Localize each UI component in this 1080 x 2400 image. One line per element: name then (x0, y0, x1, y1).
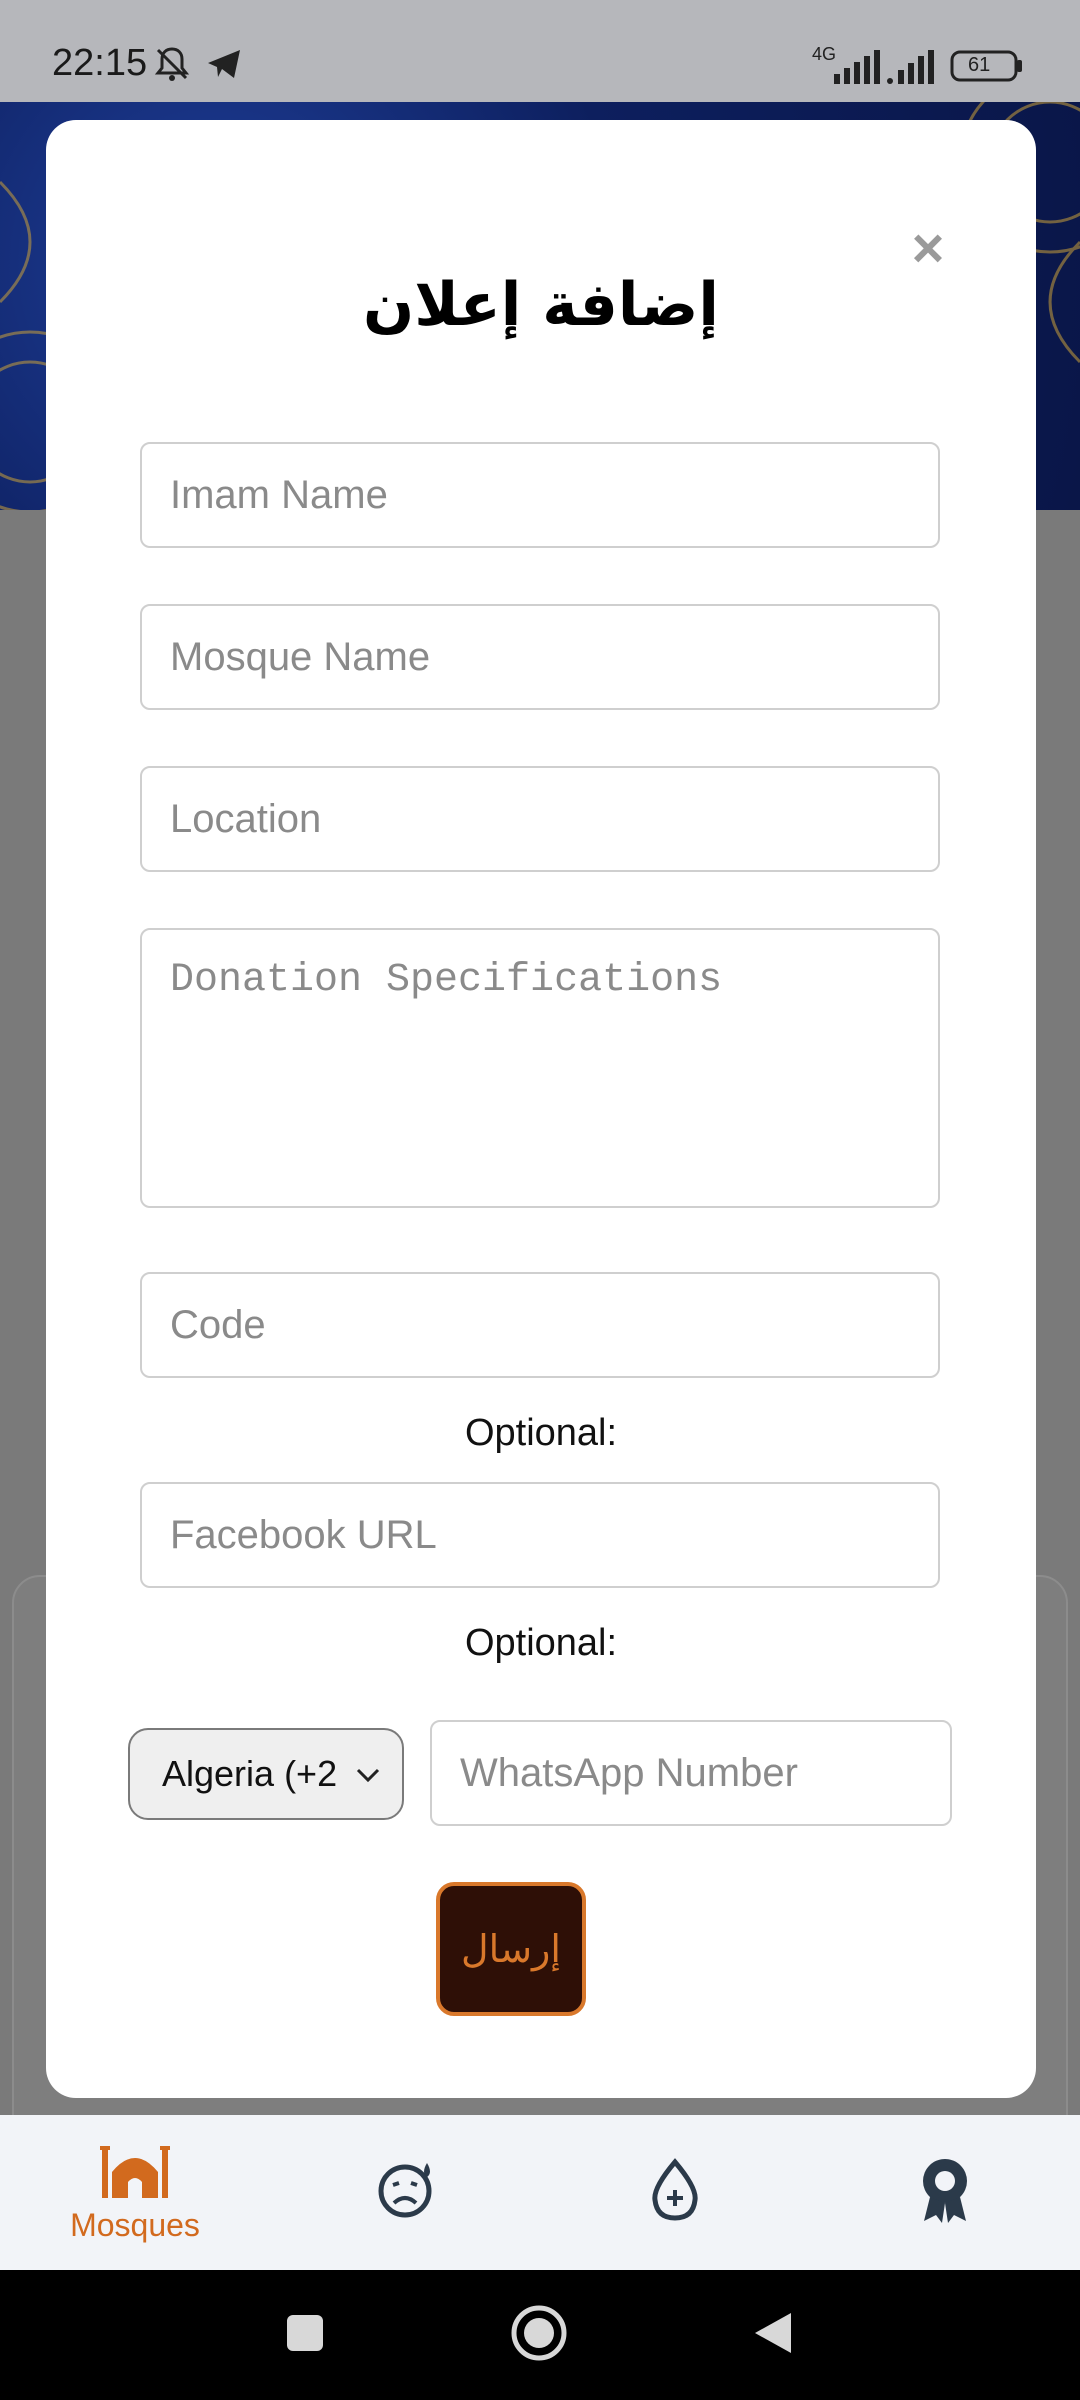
modal-title: إضافة إعلان (363, 270, 719, 340)
optional-label: Optional: (464, 1622, 618, 1664)
imam-name-input[interactable] (142, 444, 938, 546)
whatsapp-number-input[interactable] (432, 1722, 950, 1824)
bottom-navigation: Mosques (0, 2115, 1080, 2270)
nav-item-mosques[interactable]: Mosques (45, 2115, 225, 2270)
mosque-name-input[interactable] (142, 606, 938, 708)
add-announcement-modal: × إضافة إعلان Optional: Optional: Algeri… (46, 120, 1036, 2098)
optional-label: Optional: (464, 1412, 618, 1454)
mosque-name-field[interactable] (140, 604, 940, 710)
nav-label-mosques: Mosques (70, 2206, 200, 2243)
telegram-icon (204, 44, 244, 89)
status-bar: 22:15 4G 61 (0, 0, 1080, 102)
mosque-icon (100, 2142, 170, 2205)
code-field[interactable] (140, 1272, 940, 1378)
home-button[interactable] (479, 2270, 599, 2400)
system-navigation-bar (0, 2270, 1080, 2400)
location-input[interactable] (142, 768, 938, 870)
recents-button[interactable] (245, 2270, 365, 2400)
back-button[interactable] (713, 2270, 833, 2400)
square-icon (285, 2313, 325, 2358)
country-code-value: Algeria (+2 (162, 1753, 338, 1794)
donation-specifications-field[interactable] (140, 928, 940, 1208)
whatsapp-number-field[interactable] (430, 1720, 952, 1826)
location-field[interactable] (140, 766, 940, 872)
donation-specifications-textarea[interactable] (142, 930, 938, 1206)
blood-drop-icon (649, 2158, 701, 2227)
status-time: 22:15 (52, 42, 148, 84)
country-code-select[interactable]: Algeria (+2 (128, 1728, 404, 1820)
sad-face-icon (375, 2159, 437, 2226)
bell-off-icon (152, 44, 192, 89)
battery-level: 61 (968, 54, 991, 76)
award-icon (916, 2155, 974, 2230)
nav-item-awards[interactable] (855, 2115, 1035, 2270)
signal-icon (832, 50, 880, 89)
facebook-url-field[interactable] (140, 1482, 940, 1588)
signal-icon (886, 50, 938, 89)
nav-item-blood-donation[interactable] (585, 2115, 765, 2270)
close-button[interactable]: × (900, 220, 956, 276)
code-input[interactable] (142, 1274, 938, 1376)
imam-name-field[interactable] (140, 442, 940, 548)
nav-item-needy[interactable] (316, 2115, 496, 2270)
circle-icon (510, 2304, 568, 2367)
back-triangle-icon (751, 2309, 795, 2362)
submit-button[interactable]: إرسال (436, 1882, 586, 2016)
chevron-down-icon (352, 1758, 384, 1790)
facebook-url-input[interactable] (142, 1484, 938, 1586)
